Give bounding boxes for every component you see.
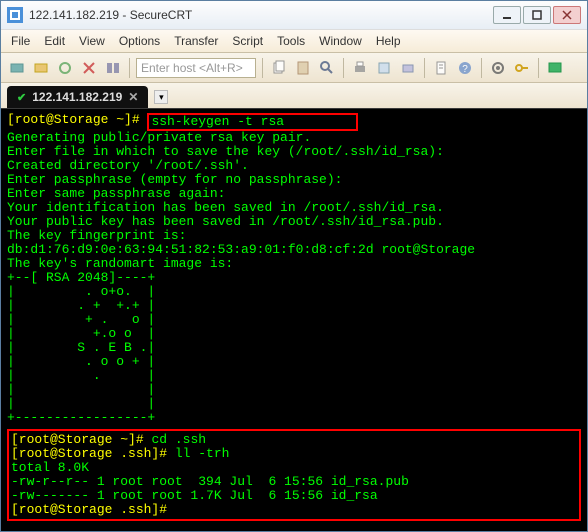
- reconnect-icon[interactable]: [55, 58, 75, 78]
- terminal-line: Enter file in which to save the key (/ro…: [7, 144, 444, 159]
- terminal-line: -rw-r--r-- 1 root root 394 Jul 6 15:56 i…: [11, 474, 409, 489]
- terminal-line: total 8.0K: [11, 460, 89, 475]
- menu-file[interactable]: File: [11, 34, 30, 48]
- copy-icon[interactable]: [269, 58, 289, 78]
- toolbar-separator: [262, 58, 263, 78]
- options-icon[interactable]: [374, 58, 394, 78]
- find-icon[interactable]: [317, 58, 337, 78]
- terminal-line: Enter passphrase (empty for no passphras…: [7, 172, 342, 187]
- key-icon[interactable]: [512, 58, 532, 78]
- menu-help[interactable]: Help: [376, 34, 401, 48]
- quick-connect-icon[interactable]: [31, 58, 51, 78]
- menu-edit[interactable]: Edit: [44, 34, 65, 48]
- command: cd .ssh: [151, 432, 206, 447]
- toolbar-separator: [481, 58, 482, 78]
- tab-session[interactable]: ✔ 122.141.182.219 ✕: [7, 86, 148, 108]
- prompt: [root@Storage .ssh]#: [11, 502, 167, 517]
- tabbar: ✔ 122.141.182.219 ✕ ▾: [1, 83, 587, 109]
- menu-script[interactable]: Script: [232, 34, 263, 48]
- terminal-line: The key's randomart image is:: [7, 256, 233, 271]
- titlebar: 122.141.182.219 - SecureCRT: [1, 1, 587, 29]
- highlight-box-2: [root@Storage ~]# cd .ssh [root@Storage …: [7, 429, 581, 521]
- connect-icon[interactable]: [7, 58, 27, 78]
- terminal-line: Created directory '/root/.ssh'.: [7, 158, 249, 173]
- paste-icon[interactable]: [293, 58, 313, 78]
- menubar: File Edit View Options Transfer Script T…: [1, 29, 587, 53]
- host-input[interactable]: Enter host <Alt+R>: [136, 58, 256, 78]
- print-icon[interactable]: [350, 58, 370, 78]
- terminal[interactable]: [root@Storage ~]# ssh-keygen -t rsa Gene…: [1, 109, 587, 531]
- menu-tools[interactable]: Tools: [277, 34, 305, 48]
- help-icon[interactable]: ?: [455, 58, 475, 78]
- menu-view[interactable]: View: [79, 34, 105, 48]
- tab-dropdown-icon[interactable]: ▾: [154, 90, 168, 104]
- menu-options[interactable]: Options: [119, 34, 160, 48]
- command: ssh-keygen -t rsa: [151, 114, 284, 129]
- terminal-line: Generating public/private rsa key pair.: [7, 130, 311, 145]
- terminal-line: db:d1:76:d9:0e:63:94:51:82:53:a9:01:f0:d…: [7, 242, 475, 257]
- check-icon: ✔: [17, 91, 26, 104]
- toolbar: Enter host <Alt+R> ?: [1, 53, 587, 83]
- window-title: 122.141.182.219 - SecureCRT: [29, 8, 493, 22]
- maximize-button[interactable]: [523, 6, 551, 24]
- properties-icon[interactable]: [431, 58, 451, 78]
- screen-icon[interactable]: [545, 58, 565, 78]
- command: ll -trh: [175, 446, 230, 461]
- toolbar-separator: [343, 58, 344, 78]
- randomart: +--[ RSA 2048]----+ | . o+o. | | . + +.+…: [7, 270, 155, 425]
- terminal-line: Your identification has been saved in /r…: [7, 200, 444, 215]
- menu-transfer[interactable]: Transfer: [174, 34, 218, 48]
- terminal-line: -rw------- 1 root root 1.7K Jul 6 15:56 …: [11, 488, 378, 503]
- disconnect-icon[interactable]: [79, 58, 99, 78]
- app-icon: [7, 7, 23, 23]
- close-button[interactable]: [553, 6, 581, 24]
- menu-window[interactable]: Window: [319, 34, 362, 48]
- host-placeholder: Enter host <Alt+R>: [141, 61, 243, 75]
- minimize-button[interactable]: [493, 6, 521, 24]
- svg-text:?: ?: [462, 64, 468, 75]
- prompt: [root@Storage ~]#: [7, 113, 147, 131]
- toolbar-separator: [538, 58, 539, 78]
- terminal-line: Enter same passphrase again:: [7, 186, 225, 201]
- tab-close-icon[interactable]: ✕: [128, 90, 138, 104]
- settings-icon[interactable]: [488, 58, 508, 78]
- terminal-line: Your public key has been saved in /root/…: [7, 214, 444, 229]
- toolbar-separator: [424, 58, 425, 78]
- highlight-box-1: ssh-keygen -t rsa: [147, 113, 358, 131]
- toolbar-separator: [129, 58, 130, 78]
- terminal-line: The key fingerprint is:: [7, 228, 186, 243]
- tab-label: 122.141.182.219: [32, 90, 122, 104]
- sftp-icon[interactable]: [398, 58, 418, 78]
- sessions-icon[interactable]: [103, 58, 123, 78]
- prompt: [root@Storage .ssh]#: [11, 446, 175, 461]
- prompt: [root@Storage ~]#: [11, 432, 151, 447]
